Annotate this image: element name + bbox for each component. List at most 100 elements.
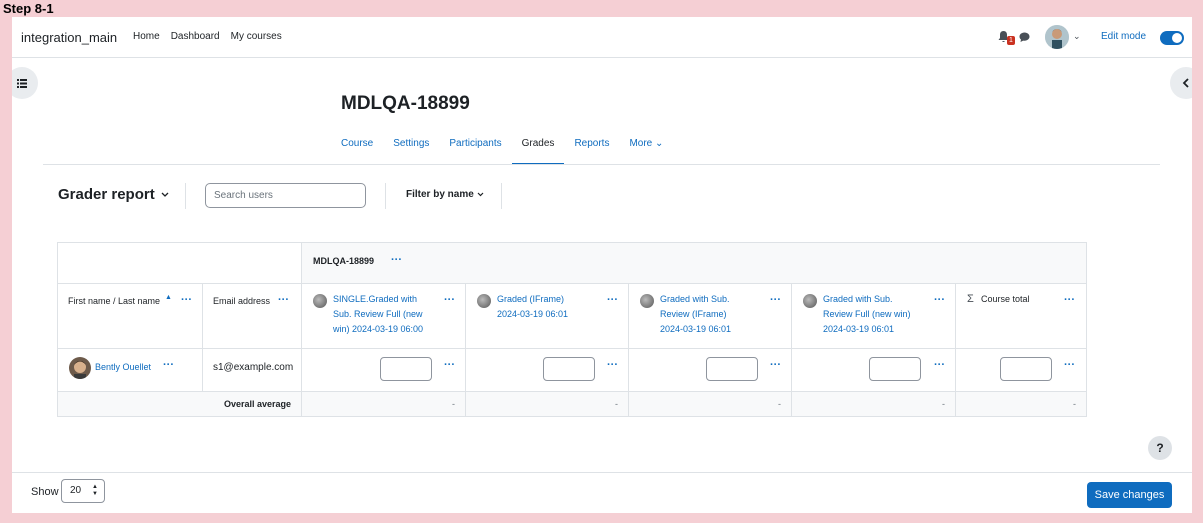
top-navbar: integration_main Home Dashboard My cours… (12, 17, 1192, 58)
block-drawer-toggle-button[interactable] (1170, 67, 1192, 99)
student-actions-menu[interactable]: ··· (163, 359, 174, 371)
overall-average-label-cell: Overall average (57, 392, 302, 417)
user-menu-chevron-down-icon[interactable]: ⌄ (1073, 31, 1081, 42)
tab-more[interactable]: More ⌄ (619, 127, 673, 165)
nav-home[interactable]: Home (133, 31, 160, 42)
select-arrows-icon: ▲ ▼ (92, 484, 98, 497)
chevron-left-icon (1182, 78, 1189, 88)
sort-ascending-icon[interactable]: ▲ (165, 294, 172, 301)
average-value: - (615, 399, 618, 409)
tab-settings[interactable]: Settings (383, 127, 439, 165)
grade-cell-actions-menu[interactable]: ··· (770, 359, 781, 371)
course-total-actions-menu[interactable]: ··· (1064, 294, 1075, 306)
course-total-header: Σ Course total ··· (956, 284, 1087, 349)
course-total-cell-actions-menu[interactable]: ··· (1064, 359, 1075, 371)
category-actions-menu[interactable]: ··· (391, 254, 402, 266)
grade-input[interactable] (380, 357, 432, 381)
nav-my-courses[interactable]: My courses (231, 31, 282, 42)
report-title: Grader report (58, 186, 155, 203)
average-cell: - (466, 392, 629, 417)
course-total-cell: ··· (956, 349, 1087, 392)
scorm-activity-icon (640, 294, 654, 308)
average-cell: - (302, 392, 466, 417)
help-button[interactable]: ? (1148, 436, 1172, 460)
course-secondary-navigation: Course Settings Participants Grades Repo… (331, 127, 673, 165)
per-page-value: 20 (70, 485, 82, 496)
student-name-link[interactable]: Bently Ouellet (95, 360, 151, 375)
nav-dashboard[interactable]: Dashboard (171, 31, 220, 42)
grade-cell: ··· (629, 349, 792, 392)
grade-item-link[interactable]: Graded with Sub. Review Full (new win) 2… (823, 292, 919, 337)
grade-item-header: Graded with Sub. Review (IFrame) 2024-03… (629, 284, 792, 349)
grade-item-link[interactable]: SINGLE.Graded with Sub. Review Full (new… (333, 292, 429, 337)
email-column-header: Email address ··· (203, 284, 302, 349)
scorm-activity-icon (313, 294, 327, 308)
search-users-input[interactable] (205, 183, 366, 208)
edit-mode-toggle[interactable] (1160, 31, 1184, 45)
average-cell: - (956, 392, 1087, 417)
category-header-cell: MDLQA-18899 ··· (302, 242, 1087, 284)
grade-item-actions-menu[interactable]: ··· (934, 294, 945, 306)
overall-average-label: Overall average (223, 399, 291, 409)
moodle-page: integration_main Home Dashboard My cours… (12, 17, 1192, 513)
grade-item-actions-menu[interactable]: ··· (444, 294, 455, 306)
average-cell: - (792, 392, 956, 417)
student-avatar[interactable] (69, 357, 91, 379)
name-column-label[interactable]: First name / Last name (68, 296, 160, 306)
average-value: - (452, 399, 455, 409)
filter-by-name-label: Filter by name (406, 189, 474, 200)
filter-by-name-dropdown[interactable]: Filter by name (406, 189, 484, 200)
grade-cell: ··· (302, 349, 466, 392)
report-selector[interactable]: Grader report (58, 186, 169, 203)
course-index-toggle-button[interactable] (12, 67, 38, 99)
grade-item-header: Graded (IFrame) 2024-03-19 06:01 ··· (466, 284, 629, 349)
grade-item-header: Graded with Sub. Review Full (new win) 2… (792, 284, 956, 349)
student-email-cell: s1@example.com (203, 349, 302, 392)
divider (185, 183, 186, 209)
page-title: MDLQA-18899 (341, 93, 470, 114)
grade-cell-actions-menu[interactable]: ··· (444, 359, 455, 371)
course-total-input[interactable] (1000, 357, 1052, 381)
sigma-icon: Σ (967, 293, 974, 305)
per-page-select[interactable]: 20 ▲ ▼ (61, 479, 105, 503)
course-total-label: Course total (981, 294, 1030, 304)
average-value: - (942, 399, 945, 409)
email-column-label: Email address (213, 296, 271, 306)
edit-mode-label: Edit mode (1101, 31, 1147, 42)
sticky-footer: Show 20 ▲ ▼ Save changes (12, 472, 1192, 513)
grade-cell-actions-menu[interactable]: ··· (607, 359, 618, 371)
average-cell: - (629, 392, 792, 417)
chevron-down-icon: ⌄ (655, 138, 664, 149)
scorm-activity-icon (477, 294, 491, 308)
grade-item-actions-menu[interactable]: ··· (607, 294, 618, 306)
grade-input[interactable] (706, 357, 758, 381)
tab-grades[interactable]: Grades (511, 127, 565, 165)
tab-reports[interactable]: Reports (564, 127, 619, 165)
messages-chat-icon[interactable] (1019, 30, 1031, 42)
average-value: - (778, 399, 781, 409)
tab-course[interactable]: Course (331, 127, 383, 165)
tab-participants[interactable]: Participants (439, 127, 511, 165)
user-avatar[interactable] (1045, 25, 1069, 49)
grade-cell-actions-menu[interactable]: ··· (934, 359, 945, 371)
grade-item-link[interactable]: Graded with Sub. Review (IFrame) 2024-03… (660, 292, 740, 337)
divider (501, 183, 502, 209)
name-column-header: First name / Last name ▲ ··· (57, 284, 203, 349)
scorm-activity-icon (803, 294, 817, 308)
name-column-actions-menu[interactable]: ··· (181, 294, 192, 306)
grade-cell: ··· (466, 349, 629, 392)
chevron-down-icon (477, 192, 484, 197)
step-label: Step 8-1 (3, 1, 54, 16)
tabs-divider (43, 164, 1160, 165)
category-name: MDLQA-18899 (313, 256, 375, 266)
divider (385, 183, 386, 209)
save-changes-button[interactable]: Save changes (1087, 482, 1172, 508)
grade-input[interactable] (869, 357, 921, 381)
grade-item-actions-menu[interactable]: ··· (770, 294, 781, 306)
notifications-bell-icon[interactable]: 1 (998, 30, 1015, 46)
email-column-actions-menu[interactable]: ··· (278, 294, 289, 306)
grade-input[interactable] (543, 357, 595, 381)
grade-item-link[interactable]: Graded (IFrame) 2024-03-19 06:01 (497, 292, 573, 322)
primary-navigation: Home Dashboard My courses (133, 31, 282, 42)
site-brand[interactable]: integration_main (21, 30, 117, 45)
